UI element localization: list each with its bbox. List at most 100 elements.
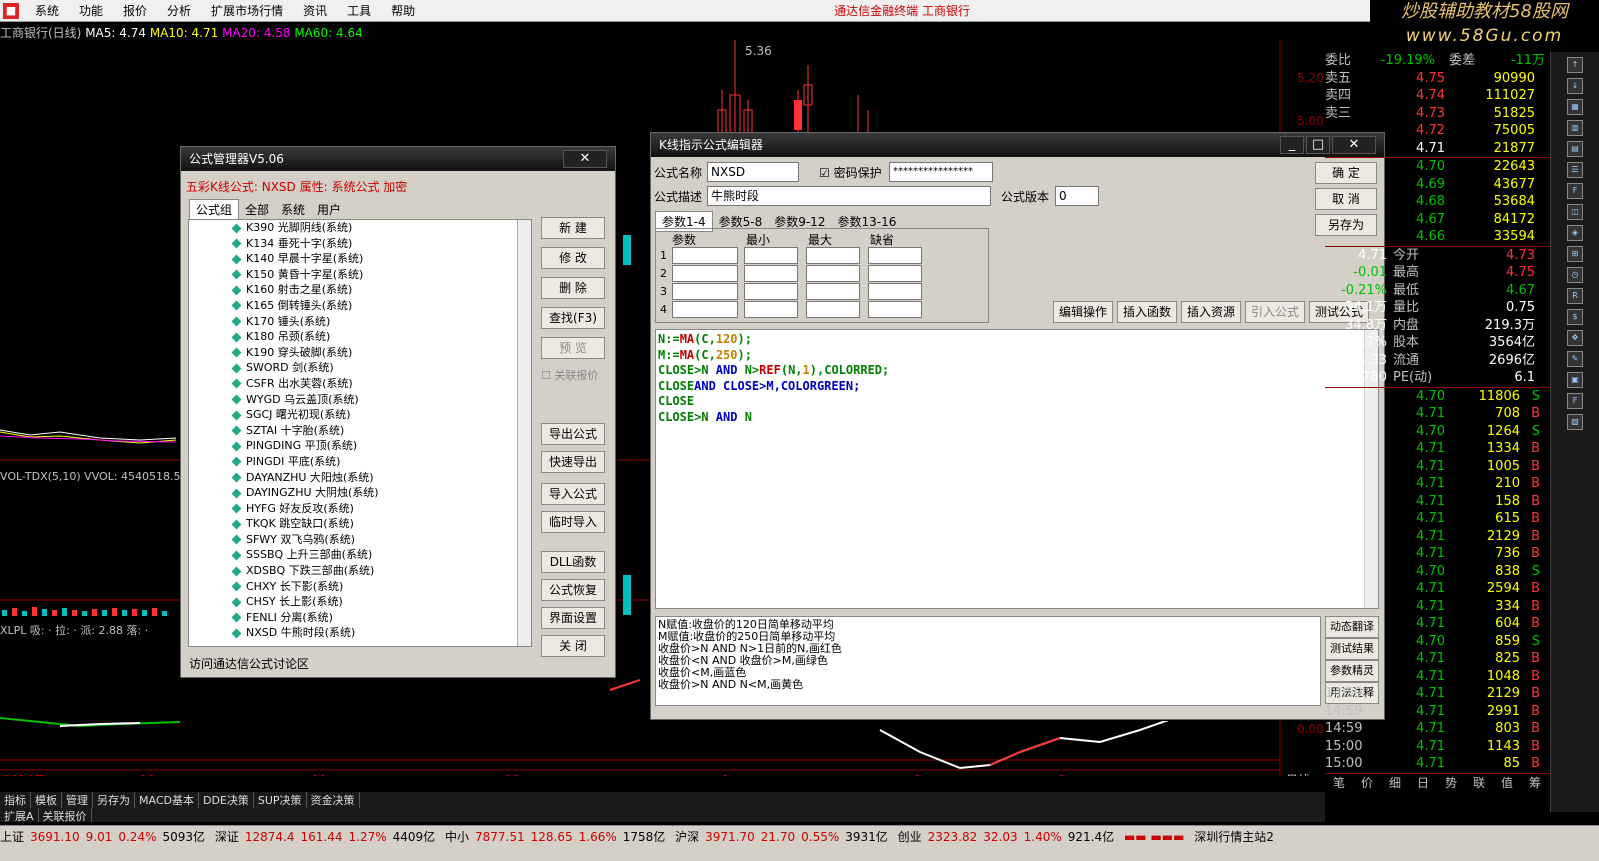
name-input[interactable]: NXSD (707, 162, 799, 182)
insert-function-button[interactable]: 插入函数 (1117, 301, 1177, 323)
menu-item-tools[interactable]: 工具 (337, 2, 381, 19)
quick-export-button[interactable]: 快速导出 (541, 451, 605, 473)
tree-item[interactable]: K170 锤头(系统) (189, 314, 531, 330)
tree-item[interactable]: K390 光脚阴线(系统) (189, 220, 531, 236)
tree-item[interactable]: K160 射击之星(系统) (189, 282, 531, 298)
insert-resource-button[interactable]: 插入资源 (1181, 301, 1241, 323)
tree-item[interactable]: K190 穿头破脚(系统) (189, 345, 531, 361)
tab-all[interactable]: 全部 (239, 200, 275, 219)
bottom-tab[interactable]: DDE决策 (199, 792, 254, 808)
password-checkbox[interactable]: ☑ 密码保护 (819, 164, 882, 181)
tree-scrollbar[interactable] (517, 220, 531, 646)
tree-item[interactable]: SZTAI 十字胎(系统) (189, 423, 531, 439)
bottom-tab[interactable]: SUP决策 (254, 792, 307, 808)
export-formula-button[interactable]: 导出公式 (541, 423, 605, 445)
tree-item[interactable]: CHSY 长上影(系统) (189, 594, 531, 610)
param-cell[interactable] (806, 301, 860, 318)
dollar-icon[interactable]: $ (1567, 309, 1583, 325)
tree-item[interactable]: DAYANZHU 大阳烛(系统) (189, 470, 531, 486)
menu-item-function[interactable]: 功能 (69, 2, 113, 19)
param-cell[interactable] (744, 301, 798, 318)
arrow-down-icon[interactable]: ↓ (1567, 78, 1583, 94)
clock-icon[interactable]: ◷ (1567, 267, 1583, 283)
edit-ops-button[interactable]: 编辑操作 (1053, 301, 1113, 323)
tree-item[interactable]: CSFR 出水芙蓉(系统) (189, 376, 531, 392)
bottom-tab[interactable]: 模板 (31, 792, 62, 808)
formula-manager-titlebar[interactable]: 公式管理器V5.06 ✕ (181, 147, 615, 171)
tree-item[interactable]: NXSD 牛熊时段(系统) (189, 625, 531, 641)
tree-item[interactable]: PINGDI 平底(系统) (189, 454, 531, 470)
menu-item-analysis[interactable]: 分析 (157, 2, 201, 19)
fund-icon[interactable]: F (1567, 183, 1583, 199)
arrow-up-icon[interactable]: ↑ (1567, 57, 1583, 73)
list-icon[interactable]: ☰ (1567, 162, 1583, 178)
editor-titlebar[interactable]: K线指示公式编辑器 _ □ ✕ (651, 133, 1384, 157)
ui-settings-button[interactable]: 界面设置 (541, 607, 605, 629)
bottom-tab[interactable]: 指标 (0, 792, 31, 808)
code-editor[interactable]: N:=MA(C,120); M:=MA(C,250); CLOSE>N AND N>… (655, 329, 1379, 609)
link-quote-checkbox[interactable]: ☐ 关联报价 (541, 367, 605, 383)
quote-tab[interactable]: 筹 (1521, 774, 1549, 791)
tab-user[interactable]: 用户 (311, 200, 347, 219)
bottom-tab-2[interactable]: 扩展A (0, 808, 39, 823)
minimize-icon[interactable]: _ (1280, 136, 1304, 154)
edit-button[interactable]: 修 改 (541, 247, 605, 269)
param-cell[interactable] (806, 247, 860, 264)
forum-link[interactable]: 访问通达信公式讨论区 (189, 655, 309, 672)
tab-system[interactable]: 系统 (275, 200, 311, 219)
layout-icon[interactable]: ▧ (1567, 414, 1583, 430)
rsi-icon[interactable]: R (1567, 288, 1583, 304)
menu-item-help[interactable]: 帮助 (381, 2, 425, 19)
param-cell[interactable] (672, 283, 738, 300)
param-cell[interactable] (868, 301, 922, 318)
find-button[interactable]: 查找(F3) (541, 307, 605, 329)
dll-function-button[interactable]: DLL函数 (541, 551, 605, 573)
param-cell[interactable] (868, 247, 922, 264)
param-cell[interactable] (806, 265, 860, 282)
bottom-tab[interactable]: 另存为 (93, 792, 135, 808)
explanation-box[interactable]: N赋值:收盘价的120日简单移动平均 M赋值:收盘价的250日简单移动平均 收盘价>… (655, 616, 1321, 706)
formula-tree[interactable]: K390 光脚阴线(系统) K134 垂死十字(系统) K140 早晨十字星(系统)… (188, 219, 532, 647)
window-icon[interactable]: ▣ (1567, 372, 1583, 388)
temp-import-button[interactable]: 临时导入 (541, 511, 605, 533)
version-input[interactable]: 0 (1055, 186, 1099, 206)
bottom-tab[interactable]: 资金决策 (307, 792, 360, 808)
tree-item[interactable]: K165 倒转锤头(系统) (189, 298, 531, 314)
tree-item[interactable]: HYFG 好友反攻(系统) (189, 501, 531, 517)
quote-tab[interactable]: 笔 (1325, 774, 1353, 791)
menu-item-news[interactable]: 资讯 (293, 2, 337, 19)
menu-item-extended[interactable]: 扩展市场行情 (201, 2, 293, 19)
tab-formula-group[interactable]: 公式组 (189, 199, 240, 220)
pencil-icon[interactable]: ✎ (1567, 351, 1583, 367)
tree-item[interactable]: TKQK 跳空缺口(系统) (189, 516, 531, 532)
tree-item[interactable]: K140 早晨十字星(系统) (189, 251, 531, 267)
param-cell[interactable] (806, 283, 860, 300)
tree-item[interactable]: FENLI 分离(系统) (189, 610, 531, 626)
delete-button[interactable]: 删 除 (541, 277, 605, 299)
tree-item[interactable]: DAYINGZHU 大阴烛(系统) (189, 485, 531, 501)
bottom-tab[interactable]: 管理 (62, 792, 93, 808)
bottom-tab-2[interactable]: 关联报价 (39, 808, 92, 823)
new-button[interactable]: 新 建 (541, 217, 605, 239)
tree-item[interactable]: K180 吊颈(系统) (189, 329, 531, 345)
tree-item[interactable]: SSSBQ 上升三部曲(系统) (189, 547, 531, 563)
param-cell[interactable] (868, 283, 922, 300)
preview-button[interactable]: 预 览 (541, 337, 605, 359)
tree-item[interactable]: CHXY 长下影(系统) (189, 579, 531, 595)
tree-item[interactable]: K134 垂死十字(系统) (189, 236, 531, 252)
tree-item[interactable]: WYGD 乌云盖顶(系统) (189, 392, 531, 408)
f5-icon[interactable]: F (1567, 393, 1583, 409)
filter-icon[interactable]: ⊞ (1567, 246, 1583, 262)
quote-tab[interactable]: 联 (1465, 774, 1493, 791)
tree-item[interactable]: XDSBQ 下跌三部曲(系统) (189, 563, 531, 579)
move-icon[interactable]: ✥ (1567, 330, 1583, 346)
close-button[interactable]: 关 闭 (541, 635, 605, 657)
menu-item-quote[interactable]: 报价 (113, 2, 157, 19)
quote-tab[interactable]: 值 (1493, 774, 1521, 791)
bottom-tab[interactable]: MACD基本 (135, 792, 199, 808)
desc-input[interactable]: 牛熊时段 (707, 186, 991, 206)
restore-formula-button[interactable]: 公式恢复 (541, 579, 605, 601)
tag-icon[interactable]: ◈ (1567, 225, 1583, 241)
quote-tab[interactable]: 势 (1437, 774, 1465, 791)
tree-item[interactable]: SGCJ 曙光初现(系统) (189, 407, 531, 423)
